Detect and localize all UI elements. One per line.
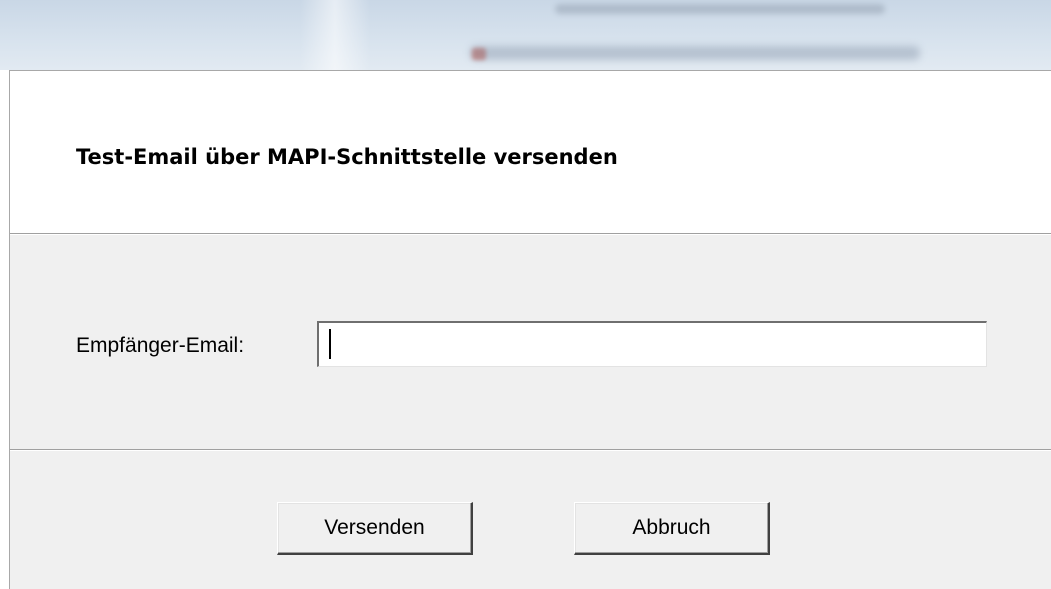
dialog-title: Test-Email über MAPI-Schnittstelle verse… xyxy=(76,145,618,169)
screen: Test-Email über MAPI-Schnittstelle verse… xyxy=(0,0,1051,589)
header-divider xyxy=(10,234,1051,235)
background-window xyxy=(0,0,1051,70)
background-blur-text xyxy=(555,4,885,14)
send-button[interactable]: Versenden xyxy=(277,502,473,555)
test-email-dialog: Test-Email über MAPI-Schnittstelle verse… xyxy=(9,70,1051,589)
cancel-button[interactable]: Abbruch xyxy=(574,502,770,555)
background-blur-text xyxy=(470,46,920,60)
recipient-email-input[interactable] xyxy=(317,321,987,367)
background-blur-column xyxy=(300,0,370,70)
footer-divider-highlight xyxy=(10,450,1051,451)
dialog-header: Test-Email über MAPI-Schnittstelle verse… xyxy=(10,71,1051,234)
text-caret xyxy=(329,329,331,359)
recipient-email-label: Empfänger-Email: xyxy=(76,334,245,357)
